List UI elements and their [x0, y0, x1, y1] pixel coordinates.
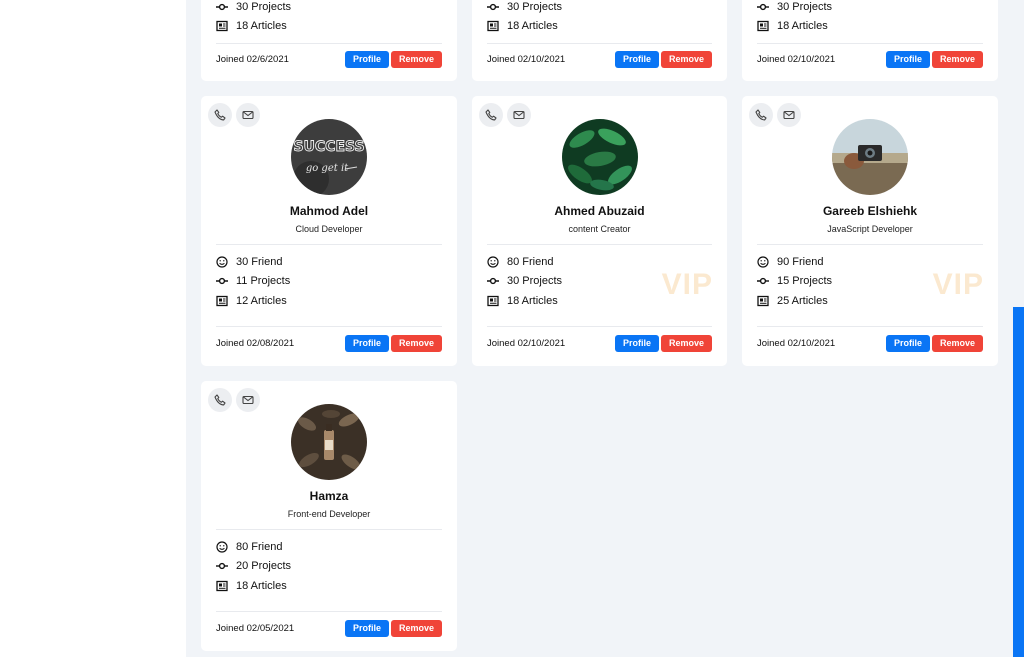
bottle-avatar: [291, 404, 367, 480]
commit-icon: [757, 3, 769, 10]
newspaper-icon: [216, 580, 228, 591]
smile-icon: [757, 256, 769, 268]
friend-name: Ahmed Abuzaid: [554, 204, 645, 218]
scrollbar-thumb[interactable]: [1013, 307, 1024, 657]
friends-stat: 80 Friend: [216, 537, 291, 557]
friend-role: JavaScript Developer: [827, 224, 913, 234]
friend-card-partial: 30 Projects 18 Articles Joined 02/10/202…: [742, 0, 998, 81]
phone-icon: [214, 109, 226, 121]
joined-date: Joined 02/08/2021: [216, 338, 295, 349]
joined-date: Joined 02/05/2021: [216, 623, 295, 634]
articles-stat: 18 Articles: [216, 17, 291, 37]
phone-button[interactable]: [479, 103, 503, 127]
phone-icon: [485, 109, 497, 121]
commit-icon: [757, 278, 769, 285]
articles-stat: 12 Articles: [216, 291, 290, 311]
vip-badge: VIP: [932, 268, 984, 301]
friend-name: Hamza: [309, 489, 349, 503]
mail-button[interactable]: [507, 103, 531, 127]
newspaper-icon: [216, 295, 228, 306]
friends-stat: 80 Friend: [487, 252, 562, 272]
friend-card: Gareeb Elshiehk JavaScript Developer 90 …: [742, 96, 998, 366]
remove-button[interactable]: Remove: [390, 620, 442, 637]
mail-icon: [242, 395, 254, 405]
phone-button[interactable]: [208, 388, 232, 412]
friend-card: Hamza Front-end Developer 80 Friend 20 P…: [201, 381, 457, 651]
joined-date: Joined 02/6/2021: [216, 54, 289, 65]
friend-role: Cloud Developer: [295, 224, 363, 234]
newspaper-icon: [487, 21, 499, 32]
projects-stat: 30 Projects: [487, 0, 562, 17]
articles-stat: 18 Articles: [216, 576, 291, 596]
commit-icon: [487, 3, 499, 10]
smile-icon: [487, 256, 499, 268]
articles-stat: 18 Articles: [757, 17, 832, 37]
projects-stat: 30 Projects: [216, 0, 291, 17]
friend-name: Gareeb Elshiehk: [822, 204, 918, 218]
svg-text:SUCCESS: SUCCESS: [293, 139, 364, 155]
articles-stat: 18 Articles: [487, 291, 562, 311]
vip-badge: VIP: [661, 268, 713, 301]
newspaper-icon: [487, 295, 499, 306]
commit-icon: [487, 278, 499, 285]
mail-button[interactable]: [236, 103, 260, 127]
projects-stat: 15 Projects: [757, 272, 832, 292]
newspaper-icon: [757, 21, 769, 32]
remove-button[interactable]: Remove: [390, 335, 442, 352]
friends-stat: 90 Friend: [757, 252, 832, 272]
sidebar: [0, 0, 186, 657]
projects-stat: 11 Projects: [216, 272, 290, 292]
commit-icon: [216, 563, 228, 570]
profile-button[interactable]: Profile: [614, 51, 659, 68]
joined-date: Joined 02/10/2021: [757, 338, 836, 349]
friend-name: Mahmod Adel: [289, 204, 369, 218]
profile-button[interactable]: Profile: [344, 620, 389, 637]
phone-button[interactable]: [208, 103, 232, 127]
mail-icon: [783, 110, 795, 120]
profile-button[interactable]: Profile: [885, 51, 930, 68]
smile-icon: [216, 256, 228, 268]
mail-icon: [242, 110, 254, 120]
smile-icon: [216, 541, 228, 553]
joined-date: Joined 02/10/2021: [487, 54, 566, 65]
friend-card: Ahmed Abuzaid content Creator 80 Friend …: [472, 96, 727, 366]
remove-button[interactable]: Remove: [660, 51, 712, 68]
phone-icon: [214, 394, 226, 406]
svg-text:go get it: go get it: [306, 163, 349, 174]
profile-button[interactable]: Profile: [344, 51, 389, 68]
friend-card: SUCCESS go get it Mahmod Adel Cloud Devel…: [201, 96, 457, 366]
friend-role: content Creator: [568, 224, 631, 234]
joined-date: Joined 02/10/2021: [757, 54, 836, 65]
profile-button[interactable]: Profile: [614, 335, 659, 352]
profile-button[interactable]: Profile: [344, 335, 389, 352]
camera-avatar: [832, 119, 908, 195]
remove-button[interactable]: Remove: [390, 51, 442, 68]
projects-stat: 20 Projects: [216, 557, 291, 577]
friends-stat: 30 Friend: [216, 252, 290, 272]
remove-button[interactable]: Remove: [931, 335, 983, 352]
commit-icon: [216, 3, 228, 10]
success-chalkboard-avatar: SUCCESS go get it: [291, 119, 367, 195]
remove-button[interactable]: Remove: [931, 51, 983, 68]
articles-stat: 18 Articles: [487, 17, 562, 37]
mail-button[interactable]: [236, 388, 260, 412]
newspaper-icon: [757, 295, 769, 306]
mail-icon: [513, 110, 525, 120]
profile-button[interactable]: Profile: [885, 335, 930, 352]
newspaper-icon: [216, 21, 228, 32]
leaves-avatar: [561, 119, 638, 195]
commit-icon: [216, 278, 228, 285]
friend-role: Front-end Developer: [287, 509, 371, 519]
joined-date: Joined 02/10/2021: [487, 338, 566, 349]
articles-stat: 25 Articles: [757, 291, 832, 311]
projects-stat: 30 Projects: [757, 0, 832, 17]
remove-button[interactable]: Remove: [660, 335, 712, 352]
phone-icon: [755, 109, 767, 121]
friend-card-partial: 30 Projects 18 Articles Joined 02/10/202…: [472, 0, 727, 81]
mail-button[interactable]: [777, 103, 801, 127]
phone-button[interactable]: [749, 103, 773, 127]
projects-stat: 30 Projects: [487, 272, 562, 292]
friend-card-partial: 30 Projects 18 Articles Joined 02/6/2021…: [201, 0, 457, 81]
